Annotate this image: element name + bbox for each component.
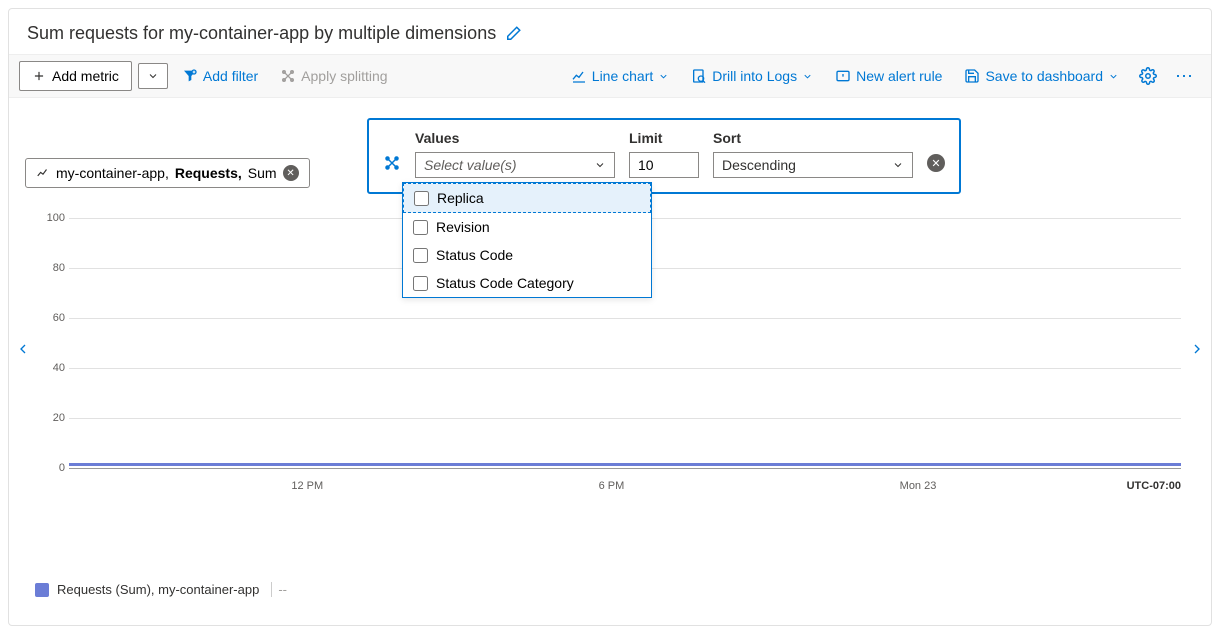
- data-line: [69, 463, 1181, 466]
- chart-title: Sum requests for my-container-app by mul…: [27, 23, 496, 44]
- x-tick: 12 PM: [291, 480, 323, 492]
- y-tick: 40: [41, 362, 65, 374]
- y-tick: 0: [41, 462, 65, 474]
- add-filter-button[interactable]: Add filter: [174, 63, 266, 89]
- drill-logs-label: Drill into Logs: [712, 68, 797, 84]
- checkbox[interactable]: [413, 220, 428, 235]
- chart-type-label: Line chart: [592, 68, 653, 84]
- save-dashboard-label: Save to dashboard: [985, 68, 1103, 84]
- chevron-down-icon: [892, 159, 904, 171]
- edit-title-icon[interactable]: [504, 25, 522, 43]
- values-dropdown: Replica Revision Status Code Status Code…: [402, 182, 652, 298]
- metric-icon: [36, 166, 50, 180]
- title-row: Sum requests for my-container-app by mul…: [9, 9, 1211, 54]
- dropdown-option-revision[interactable]: Revision: [403, 213, 651, 241]
- values-label: Values: [415, 130, 615, 146]
- apply-splitting-label: Apply splitting: [301, 68, 387, 84]
- y-tick: 80: [41, 262, 65, 274]
- metric-pill[interactable]: my-container-app, Requests, Sum ✕: [25, 158, 310, 188]
- chart-area: my-container-app, Requests, Sum ✕ Values…: [9, 98, 1211, 578]
- x-axis: 12 PM 6 PM Mon 23: [69, 480, 1181, 492]
- settings-icon[interactable]: [1133, 63, 1163, 89]
- legend-text: Requests (Sum), my-container-app: [57, 582, 259, 597]
- splitting-close-icon[interactable]: ✕: [927, 154, 945, 172]
- y-tick: 60: [41, 312, 65, 324]
- y-tick: 100: [41, 212, 65, 224]
- sort-label: Sort: [713, 130, 913, 146]
- pill-resource: my-container-app,: [56, 165, 169, 181]
- dropdown-option-status-code-category[interactable]: Status Code Category: [403, 269, 651, 297]
- toolbar: Add metric Add filter Apply splitting Li…: [9, 54, 1211, 98]
- sort-value: Descending: [722, 157, 796, 173]
- legend: Requests (Sum), my-container-app --: [35, 582, 287, 597]
- apply-splitting-button: Apply splitting: [272, 63, 395, 89]
- add-metric-button[interactable]: Add metric: [19, 61, 132, 91]
- checkbox[interactable]: [414, 191, 429, 206]
- splitting-icon: [383, 154, 401, 172]
- dropdown-option-status-code[interactable]: Status Code: [403, 241, 651, 269]
- timezone-label: UTC-07:00: [1127, 480, 1181, 492]
- legend-value: --: [271, 582, 287, 597]
- new-alert-label: New alert rule: [856, 68, 942, 84]
- add-metric-label: Add metric: [52, 68, 119, 84]
- pill-agg: Sum: [248, 165, 277, 181]
- nav-prev-icon[interactable]: [15, 338, 31, 360]
- values-select[interactable]: Select value(s): [415, 152, 615, 178]
- add-metric-chevron[interactable]: [138, 63, 168, 89]
- more-icon[interactable]: ⋯: [1169, 62, 1201, 91]
- dropdown-option-replica[interactable]: Replica: [403, 183, 651, 213]
- save-dashboard-button[interactable]: Save to dashboard: [956, 63, 1127, 89]
- nav-next-icon[interactable]: [1189, 338, 1205, 360]
- add-filter-label: Add filter: [203, 68, 258, 84]
- pill-metric: Requests,: [175, 165, 242, 181]
- x-tick: Mon 23: [900, 480, 937, 492]
- values-placeholder: Select value(s): [424, 157, 517, 173]
- drill-logs-button[interactable]: Drill into Logs: [683, 63, 821, 89]
- checkbox[interactable]: [413, 248, 428, 263]
- x-tick: 6 PM: [599, 480, 625, 492]
- metrics-panel: Sum requests for my-container-app by mul…: [8, 8, 1212, 626]
- legend-swatch: [35, 583, 49, 597]
- sort-select[interactable]: Descending: [713, 152, 913, 178]
- limit-label: Limit: [629, 130, 699, 146]
- pill-remove-icon[interactable]: ✕: [283, 165, 299, 181]
- new-alert-button[interactable]: New alert rule: [827, 63, 950, 89]
- limit-input[interactable]: [629, 152, 699, 178]
- chevron-down-icon: [594, 159, 606, 171]
- checkbox[interactable]: [413, 276, 428, 291]
- chart-type-button[interactable]: Line chart: [563, 63, 677, 89]
- y-tick: 20: [41, 412, 65, 424]
